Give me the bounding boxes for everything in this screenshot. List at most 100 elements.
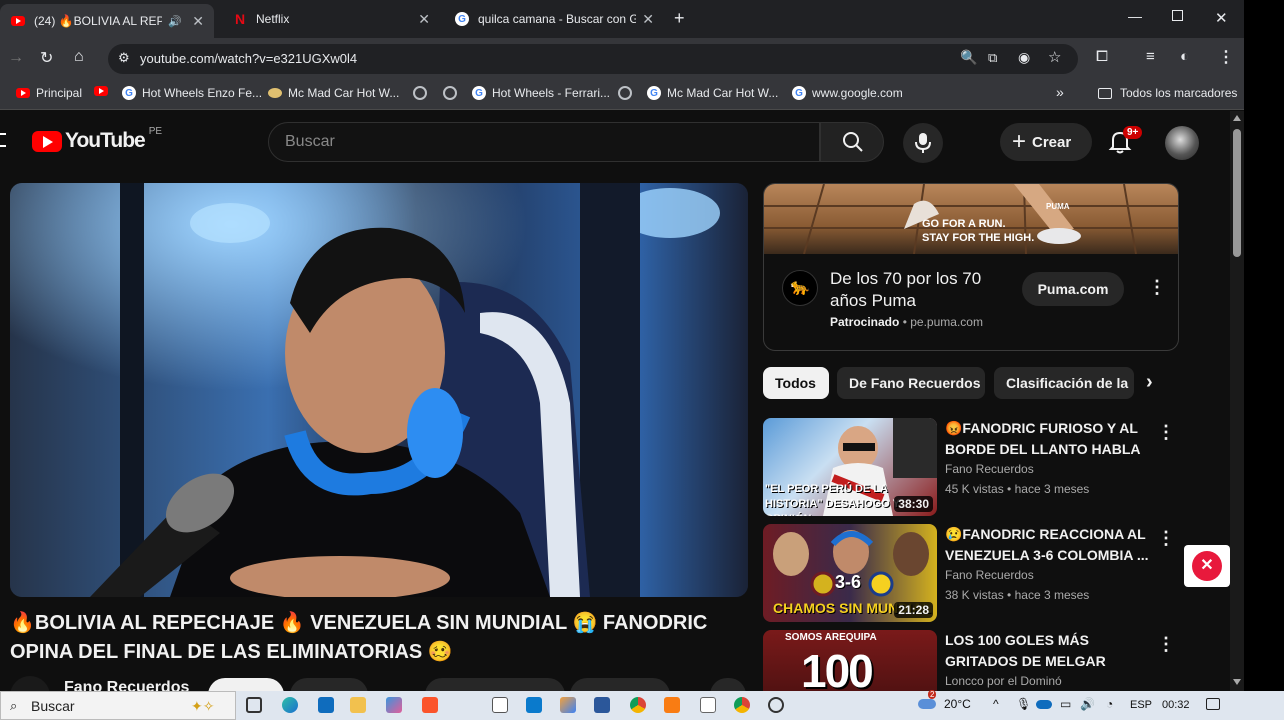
channel-name[interactable]: Fano Recuerdos [945, 568, 1034, 582]
account-avatar[interactable] [1165, 126, 1199, 160]
bookmark-mc-mad-car-2[interactable]: G Mc Mad Car Hot W... [647, 86, 778, 100]
bookmark-hot-wheels-ferrari[interactable]: G Hot Wheels - Ferrari... [472, 86, 610, 100]
bookmark-globe-1[interactable] [413, 86, 433, 100]
bookmark-globe-2[interactable] [443, 86, 463, 100]
like-button[interactable] [425, 678, 565, 691]
back-arrow-icon[interactable]: → [8, 49, 24, 67]
channel-name[interactable]: Loncco por el Dominó [945, 674, 1062, 688]
word-icon[interactable] [594, 697, 610, 713]
close-tab-icon[interactable]: ✕ [642, 11, 654, 28]
weather-widget[interactable]: 2 20°C [918, 690, 971, 711]
guide-menu-icon[interactable] [0, 133, 6, 147]
video-menu-kebab-icon[interactable]: ⋮ [1157, 634, 1175, 655]
all-bookmarks-button[interactable]: Todos los marcadores [1098, 86, 1237, 100]
ad-banner-image[interactable]: GO FOR A RUN. STAY FOR THE HIGH. PUMA [764, 184, 1178, 254]
open-file-icon[interactable] [700, 697, 716, 713]
more-actions-button[interactable] [710, 678, 746, 691]
speaker-icon[interactable]: 🔊 [168, 15, 182, 28]
clock-app-icon[interactable] [768, 697, 784, 713]
favorites-app-icon[interactable] [560, 697, 576, 713]
photos-icon[interactable] [386, 697, 402, 713]
page-scrollbar[interactable] [1230, 111, 1244, 691]
join-button[interactable] [290, 678, 368, 691]
list-item[interactable]: 3-6 CHAMOS SIN MUNDIAL 21:28 😢FANODRIC R… [763, 524, 1183, 622]
youtube-logo[interactable]: YouTube PE [32, 126, 162, 153]
scrollbar-thumb[interactable] [1233, 129, 1241, 257]
close-tab-icon[interactable]: ✕ [418, 11, 430, 28]
video-menu-kebab-icon[interactable]: ⋮ [1157, 422, 1175, 443]
vscode-icon[interactable] [526, 697, 542, 713]
bookmark-star-icon[interactable]: ☆ [1048, 48, 1061, 66]
bookmark-mc-mad-car-1[interactable]: Mc Mad Car Hot W... [268, 86, 399, 100]
bookmark-hot-wheels-enzo[interactable]: G Hot Wheels Enzo Fe... [122, 86, 262, 100]
volume-icon[interactable]: 🔊 [1080, 697, 1095, 711]
voice-search-button[interactable] [903, 123, 943, 163]
bookmark-youtube[interactable] [94, 86, 114, 96]
restore-button[interactable] [1172, 10, 1183, 21]
channel-name[interactable]: Fano Recuerdos [945, 462, 1034, 476]
file-explorer-icon[interactable] [350, 697, 366, 713]
list-item[interactable]: "EL PEOR PERÚ DE LA HISTORIA" DESAHOGO Y… [763, 418, 1183, 516]
outlook-icon[interactable] [318, 697, 334, 713]
chip-classification[interactable]: Clasificación de la [994, 367, 1134, 399]
media-control-icon[interactable]: ≡ [1146, 48, 1155, 65]
edge-icon[interactable] [282, 697, 298, 713]
task-view-icon[interactable] [246, 697, 262, 713]
clock-time[interactable]: 00:32 [1162, 699, 1190, 711]
home-icon[interactable]: ⌂ [74, 48, 84, 66]
install-app-icon[interactable]: ⧉ [988, 50, 997, 66]
bookmark-principal[interactable]: Principal [16, 86, 82, 100]
channel-avatar[interactable]: F [10, 676, 50, 691]
search-button[interactable] [820, 122, 884, 162]
subscribe-button[interactable] [208, 678, 284, 691]
scroll-up-arrow-icon[interactable] [1233, 115, 1241, 121]
more-bookmarks-button[interactable]: » [1056, 84, 1064, 100]
bookmark-globe-3[interactable] [618, 86, 638, 100]
new-tab-button[interactable]: + [674, 8, 685, 29]
video-thumbnail[interactable]: 3-6 CHAMOS SIN MUNDIAL 21:28 [763, 524, 937, 622]
address-bar[interactable]: ⚙ youtube.com/watch?v=e321UGXw0l4 🔍 ⧉ ◉ … [108, 44, 1078, 74]
floating-close-button[interactable]: ✕ [1184, 545, 1230, 587]
ad-menu-kebab-icon[interactable]: ⋮ [1148, 277, 1166, 298]
video-thumbnail[interactable]: SOMOS AREQUIPA 100 [763, 630, 937, 691]
video-thumbnail[interactable]: "EL PEOR PERÚ DE LA HISTORIA" DESAHOGO Y… [763, 418, 937, 516]
wifi-icon[interactable]: ◔ [1106, 697, 1113, 711]
create-button[interactable]: + Crear [1000, 123, 1092, 161]
scroll-down-arrow-icon[interactable] [1233, 679, 1241, 685]
site-info-icon[interactable]: ⚙ [118, 50, 130, 66]
tab-netflix[interactable]: N Netflix ✕ [222, 4, 440, 34]
bookmark-google[interactable]: Gwww.google.com [792, 86, 903, 100]
tab-youtube[interactable]: (24) 🔥BOLIVIA AL REPECHAJE 🔊 ✕ [0, 4, 214, 38]
tracking-eye-icon[interactable]: ◉ [1018, 49, 1030, 66]
chip-all[interactable]: Todos [763, 367, 829, 399]
zoom-icon[interactable]: 🔍 [960, 49, 977, 66]
reload-icon[interactable]: ↻ [40, 48, 53, 68]
network-icon[interactable]: ▭ [1060, 697, 1071, 711]
extensions-icon[interactable]: ⧠ [1096, 48, 1108, 65]
input-language[interactable]: ESP [1130, 699, 1152, 711]
notifications-icon[interactable] [1206, 698, 1220, 710]
video-player[interactable] [10, 183, 748, 597]
channel-name[interactable]: Fano Recuerdos [64, 679, 189, 691]
minimize-button[interactable]: — [1128, 8, 1142, 24]
tray-chevron-icon[interactable]: ^ [993, 697, 999, 711]
notepad-icon[interactable] [492, 697, 508, 713]
chip-from-channel[interactable]: De Fano Recuerdos [837, 367, 985, 399]
share-button[interactable] [570, 678, 670, 691]
chrome-active-icon[interactable] [734, 697, 750, 713]
brave-icon[interactable] [422, 697, 438, 713]
chrome-icon[interactable] [630, 697, 646, 713]
notifications-button[interactable]: 9+ [1108, 126, 1143, 157]
taskbar-search-input[interactable]: ⌕ Buscar ✦✧ [0, 691, 236, 720]
microphone-icon[interactable]: 🎙 [1016, 697, 1031, 711]
onedrive-icon[interactable] [1036, 700, 1052, 709]
video-menu-kebab-icon[interactable]: ⋮ [1157, 528, 1175, 549]
close-tab-icon[interactable]: ✕ [192, 13, 204, 30]
chips-next-chevron-icon[interactable]: › [1146, 371, 1153, 394]
menu-kebab-icon[interactable]: ⋮ [1218, 47, 1234, 67]
sublime-icon[interactable] [664, 697, 680, 713]
profile-icon[interactable]: ◐ [1180, 48, 1189, 65]
ad-cta-button[interactable]: Puma.com [1022, 272, 1124, 306]
search-input[interactable]: Buscar [268, 122, 820, 162]
tab-google-search[interactable]: G quilca camana - Buscar con Google ✕ [444, 4, 664, 34]
